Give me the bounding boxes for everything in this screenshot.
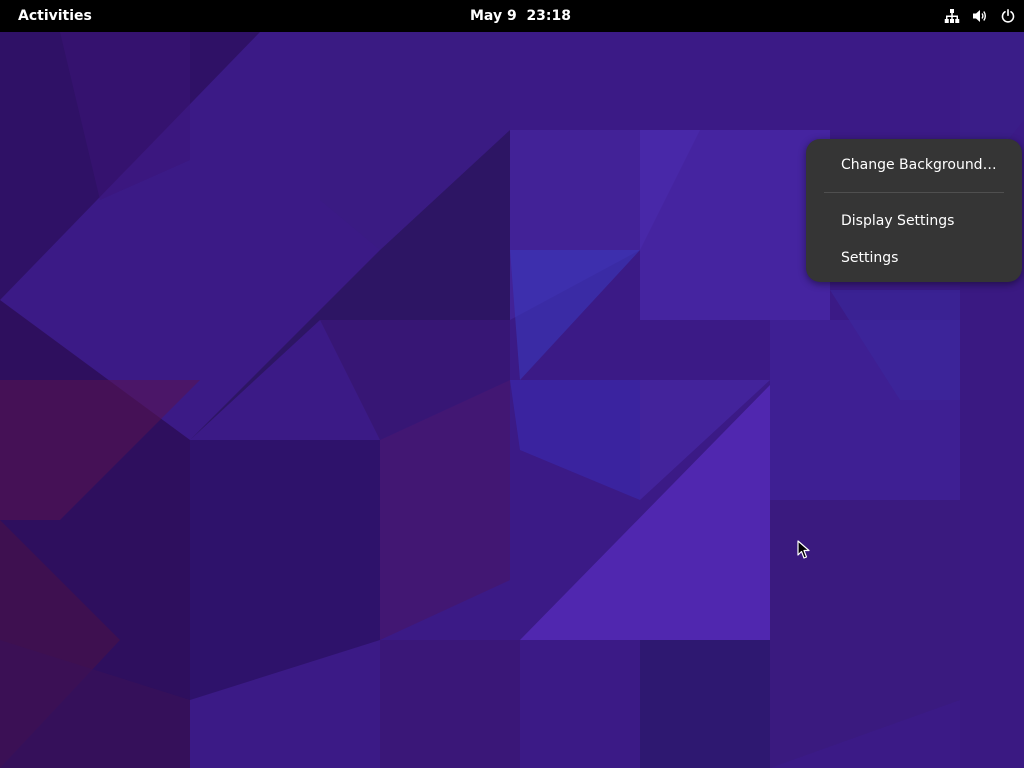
display-settings-menu-item[interactable]: Display Settings xyxy=(818,204,1010,238)
network-wired-icon[interactable] xyxy=(942,6,962,26)
change-background-menu-item[interactable]: Change Background… xyxy=(818,148,1010,182)
menu-separator xyxy=(824,192,1004,193)
settings-menu-item[interactable]: Settings xyxy=(818,241,1010,275)
date-time-clock[interactable]: May 9 23:18 xyxy=(462,0,579,32)
system-tray[interactable] xyxy=(934,0,1018,32)
top-bar: Activities May 9 23:18 xyxy=(0,0,1024,32)
desktop-context-menu: Change Background… Display Settings Sett… xyxy=(806,139,1022,282)
volume-icon[interactable] xyxy=(970,6,990,26)
activities-button[interactable]: Activities xyxy=(8,0,102,32)
power-icon[interactable] xyxy=(998,6,1018,26)
mouse-pointer-icon xyxy=(797,540,810,559)
desktop[interactable]: Activities May 9 23:18 Change Background… xyxy=(0,0,1024,768)
wallpaper xyxy=(0,0,1024,768)
